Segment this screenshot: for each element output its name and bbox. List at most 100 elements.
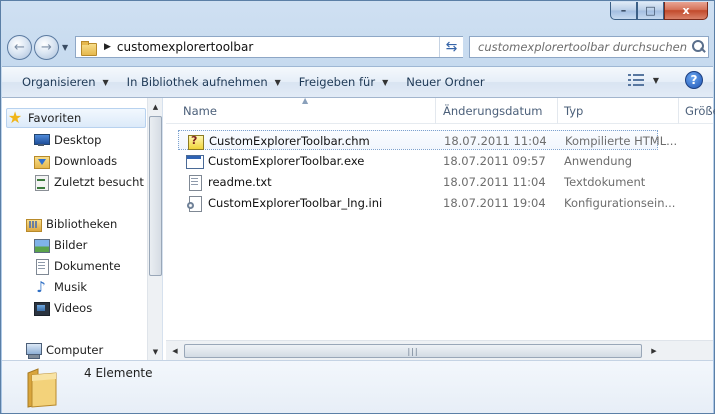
refresh-icon: ⇆ xyxy=(445,39,458,55)
folder-icon xyxy=(27,368,57,408)
file-type: Anwendung xyxy=(564,154,633,168)
share-with-label: Freigeben für xyxy=(298,75,376,89)
folder-icon xyxy=(80,40,98,56)
desktop-icon xyxy=(33,132,50,148)
scroll-right-icon[interactable]: ▶ xyxy=(646,343,662,359)
column-header-label: Größe xyxy=(685,104,715,118)
search-box[interactable]: customexplorertoolbar durchsuchen xyxy=(469,36,709,58)
column-header-label: Typ xyxy=(564,104,584,118)
nav-computer[interactable]: Computer xyxy=(25,340,103,360)
chevron-down-icon: ▼ xyxy=(102,77,109,87)
column-header-size[interactable]: Größe xyxy=(680,98,715,124)
file-type: Kompilierte HTML... xyxy=(565,134,677,148)
file-row[interactable]: CustomExplorerToolbar_lng.ini 18.07.2011… xyxy=(178,193,675,213)
share-with-menu[interactable]: Freigeben für ▼ xyxy=(290,70,397,94)
column-header-type[interactable]: Typ xyxy=(559,98,679,124)
pictures-icon xyxy=(33,237,50,253)
settings-file-icon xyxy=(186,195,202,212)
column-header-label: Änderungsdatum xyxy=(443,104,543,118)
add-to-library-menu[interactable]: In Bibliothek aufnehmen ▼ xyxy=(118,70,290,94)
breadcrumb-separator-icon[interactable]: ▶ xyxy=(104,42,111,52)
change-view-icon[interactable] xyxy=(627,72,645,88)
view-options-dropdown[interactable]: ▼ xyxy=(653,76,659,85)
details-pane: 4 Elemente xyxy=(2,360,713,413)
item-count: 4 Elemente xyxy=(84,366,153,380)
recent-pages-dropdown[interactable]: ▼ xyxy=(62,43,68,52)
libraries-icon xyxy=(25,216,42,232)
music-icon: ♪ xyxy=(36,278,46,296)
file-type: Konfigurationsein... xyxy=(564,196,676,210)
file-name: CustomExplorerToolbar.chm xyxy=(209,134,370,148)
scroll-up-icon[interactable]: ▲ xyxy=(148,99,162,114)
forward-button[interactable]: → xyxy=(34,35,59,60)
column-header-name[interactable]: Name xyxy=(178,98,436,124)
search-icon[interactable] xyxy=(688,37,708,57)
file-type: Textdokument xyxy=(564,175,646,189)
horizontal-scrollbar[interactable]: ◀ ||| ▶ xyxy=(166,340,713,360)
file-name: CustomExplorerToolbar_lng.ini xyxy=(208,196,383,210)
nav-favorites-label: Favoriten xyxy=(28,111,82,125)
nav-item-label: Bilder xyxy=(54,238,88,252)
main-area: ★ Favoriten Desktop Downloads Zuletzt be… xyxy=(2,96,715,360)
downloads-folder-icon xyxy=(33,153,50,169)
videos-icon xyxy=(33,300,50,316)
nav-item-label: Desktop xyxy=(54,133,102,147)
file-date: 18.07.2011 11:04 xyxy=(444,134,547,148)
nav-item-downloads[interactable]: Downloads xyxy=(33,151,117,171)
back-button[interactable]: ← xyxy=(7,35,32,60)
add-to-library-label: In Bibliothek aufnehmen xyxy=(126,75,268,89)
refresh-button[interactable]: ⇆ xyxy=(439,37,463,57)
organize-label: Organisieren xyxy=(22,75,96,89)
nav-item-desktop[interactable]: Desktop xyxy=(33,130,101,150)
chevron-down-icon: ▼ xyxy=(274,77,281,87)
column-header-date[interactable]: Änderungsdatum xyxy=(438,98,558,124)
file-date: 18.07.2011 11:04 xyxy=(443,175,546,189)
nav-item-label: Musik xyxy=(54,280,88,294)
documents-icon xyxy=(33,258,49,275)
horizontal-scroll-thumb[interactable]: ||| xyxy=(184,344,642,358)
caption-buttons: – □ x xyxy=(610,2,708,20)
nav-item-videos[interactable]: Videos xyxy=(33,298,92,318)
chevron-down-icon: ▼ xyxy=(382,77,389,87)
nav-item-label: Dokumente xyxy=(54,259,121,273)
search-input[interactable]: customexplorertoolbar durchsuchen xyxy=(470,40,688,54)
file-date: 18.07.2011 19:04 xyxy=(443,196,546,210)
nav-item-documents[interactable]: Dokumente xyxy=(33,256,121,276)
nav-libraries-label: Bibliotheken xyxy=(46,217,118,231)
new-folder-label: Neuer Ordner xyxy=(406,75,485,89)
organize-menu[interactable]: Organisieren ▼ xyxy=(2,70,118,94)
help-file-icon xyxy=(187,133,204,150)
nav-item-label: Downloads xyxy=(54,154,118,168)
file-row[interactable]: readme.txt 18.07.2011 11:04 Textdokument xyxy=(178,172,658,192)
file-row[interactable]: CustomExplorerToolbar.chm 18.07.2011 11:… xyxy=(178,130,677,150)
close-button[interactable]: x xyxy=(664,2,708,20)
scroll-left-icon[interactable]: ◀ xyxy=(167,343,183,359)
nav-favorites[interactable]: ★ Favoriten xyxy=(6,108,146,128)
nav-scrollbar[interactable]: ▲ ▼ xyxy=(147,98,162,360)
help-icon[interactable]: ? xyxy=(685,71,703,89)
new-folder-button[interactable]: Neuer Ordner xyxy=(397,70,493,94)
application-icon xyxy=(186,153,204,169)
file-date: 18.07.2011 09:57 xyxy=(443,154,546,168)
nav-item-pictures[interactable]: Bilder xyxy=(33,235,87,255)
nav-item-recent-places[interactable]: Zuletzt besucht xyxy=(33,172,144,192)
nav-scroll-thumb[interactable] xyxy=(149,116,162,276)
address-bar[interactable]: ▶ customexplorertoolbar ▼ xyxy=(75,36,463,58)
forward-arrow-icon: → xyxy=(41,40,52,55)
file-name: readme.txt xyxy=(208,175,272,189)
nav-libraries[interactable]: Bibliotheken xyxy=(25,214,117,234)
column-headers: ▲ Name Änderungsdatum Typ Größe xyxy=(166,96,715,124)
scroll-down-icon[interactable]: ▼ xyxy=(148,344,162,359)
nav-item-music[interactable]: ♪ Musik xyxy=(33,277,87,297)
maximize-button[interactable]: □ xyxy=(637,2,664,20)
minimize-button[interactable]: – xyxy=(610,2,637,20)
nav-computer-label: Computer xyxy=(46,343,104,357)
breadcrumb-path[interactable]: customexplorertoolbar xyxy=(117,40,444,54)
navigation-pane: ★ Favoriten Desktop Downloads Zuletzt be… xyxy=(2,98,163,360)
recent-places-icon xyxy=(33,174,49,191)
column-header-label: Name xyxy=(183,104,217,118)
nav-item-label: Videos xyxy=(54,301,93,315)
file-row[interactable]: CustomExplorerToolbar.exe 18.07.2011 09:… xyxy=(178,151,658,171)
file-list: ▲ Name Änderungsdatum Typ Größe CustomEx… xyxy=(166,96,715,360)
nav-item-label: Zuletzt besucht xyxy=(54,175,144,189)
